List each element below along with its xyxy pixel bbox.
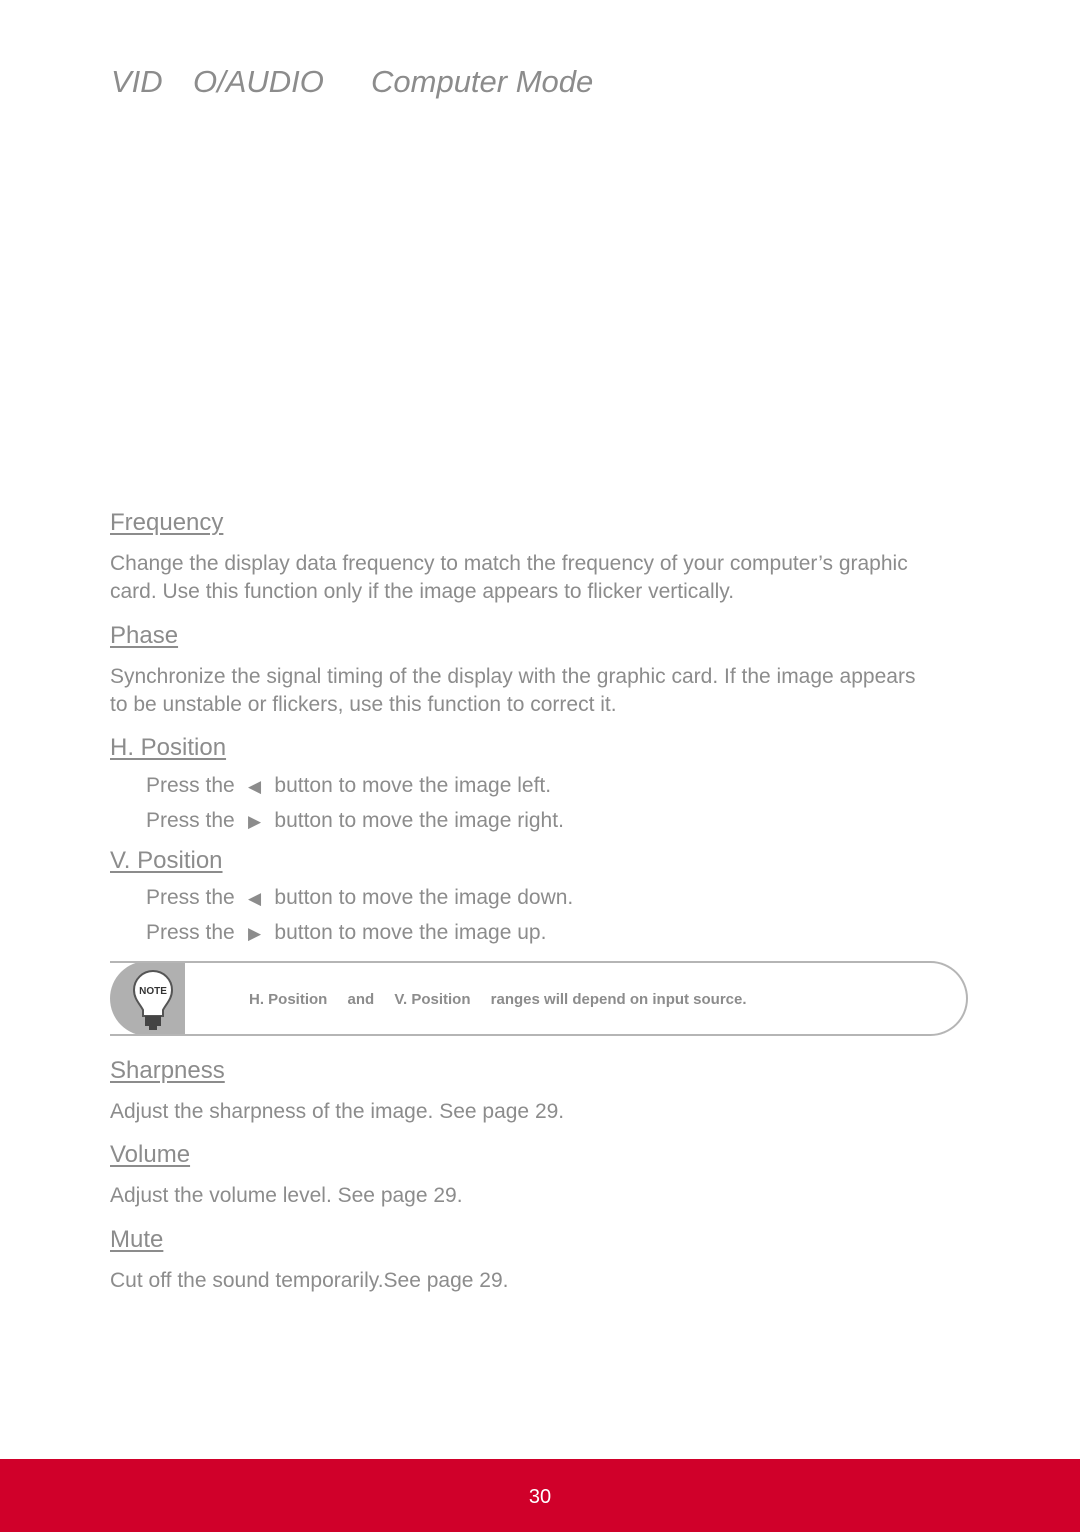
heading-sharpness: Sharpness — [110, 1057, 225, 1084]
sharpness-description: Adjust the sharpness of the image. See p… — [110, 1100, 565, 1123]
v-position-line-up: Press the ▶ button to move the image up. — [146, 921, 546, 945]
right-triangle-icon: ▶ — [248, 924, 262, 943]
note-term: V. Position — [394, 991, 471, 1008]
note-term: H. Position — [249, 991, 328, 1008]
note-text: H. Position and V. Position ranges will … — [249, 991, 763, 1008]
left-triangle-icon: ◀ — [248, 777, 262, 796]
line-text: button to move the image right. — [274, 809, 564, 832]
line-text: button to move the image left. — [274, 774, 552, 797]
h-position-line-right: Press the ▶ button to move the image rig… — [146, 809, 564, 833]
heading-frequency: Frequency — [110, 509, 224, 536]
h-position-line-left: Press the ◀ button to move the image lef… — [146, 774, 551, 798]
frequency-description: Change the display data frequency to mat… — [110, 552, 908, 603]
heading-phase: Phase — [110, 622, 179, 649]
heading-v-position: V. Position — [110, 847, 223, 874]
header-title-part1: VID — [111, 64, 163, 99]
volume-description: Adjust the volume level. See page 29. — [110, 1184, 463, 1207]
line-text: Press the — [146, 921, 235, 944]
line-text: Press the — [146, 886, 235, 909]
header-title-part3: Computer Mode — [371, 64, 594, 99]
v-position-line-down: Press the ◀ button to move the image dow… — [146, 886, 573, 910]
phase-description: Synchronize the signal timing of the dis… — [110, 665, 916, 716]
line-text: button to move the image down. — [274, 886, 574, 909]
note-text-part: and — [347, 991, 375, 1008]
heading-mute: Mute — [110, 1226, 164, 1253]
mute-description: Cut off the sound temporarily.See page 2… — [110, 1269, 509, 1292]
line-text: Press the — [146, 774, 235, 797]
right-triangle-icon: ▶ — [248, 812, 262, 831]
header-title-part2: O/AUDIO — [193, 64, 324, 99]
page-number: 30 — [528, 1486, 552, 1508]
left-triangle-icon: ◀ — [248, 889, 262, 908]
line-text: button to move the image up. — [274, 921, 547, 944]
note-text-part: ranges will depend on input source. — [490, 991, 747, 1008]
heading-h-position: H. Position — [110, 734, 227, 761]
line-text: Press the — [146, 809, 235, 832]
heading-volume: Volume — [110, 1141, 191, 1168]
